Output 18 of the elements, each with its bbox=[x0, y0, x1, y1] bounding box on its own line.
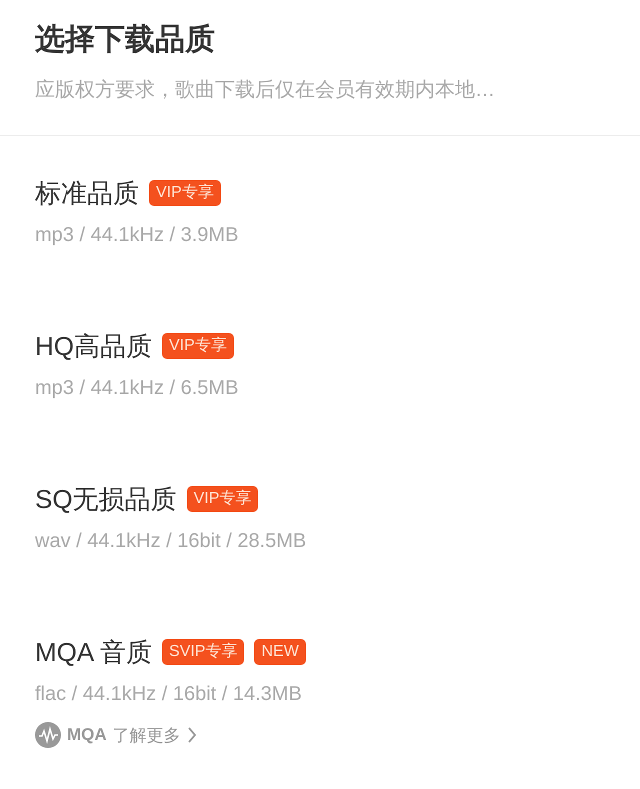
tag: VIP专享 bbox=[186, 486, 258, 512]
copyright-notice: 应版权方要求，歌曲下载后仅在会员有效期内本地… bbox=[35, 78, 496, 103]
chevron-icon bbox=[186, 726, 197, 744]
quality-name[interactable]: MQA 音质 bbox=[35, 634, 152, 670]
quality-name[interactable]: HQ高品质 bbox=[35, 328, 152, 364]
tag: SVIP专享 bbox=[162, 639, 244, 665]
format-details: mp3 / 44.1kHz / 6.5MB bbox=[35, 376, 240, 401]
tag: VIP专享 bbox=[162, 333, 234, 359]
logo-text: MQA bbox=[67, 725, 107, 745]
sheet-title: 选择下载品质 bbox=[35, 22, 216, 58]
format-details: flac / 44.1kHz / 16bit / 14.3MB bbox=[35, 682, 303, 707]
quality-name[interactable]: 标准品质 bbox=[35, 175, 139, 211]
tag: NEW bbox=[254, 639, 306, 665]
format-details: mp3 / 44.1kHz / 3.9MB bbox=[35, 223, 240, 248]
waveform-logo-icon bbox=[35, 722, 61, 748]
quality-name[interactable]: SQ无损品质 bbox=[35, 481, 177, 517]
tag: VIP专享 bbox=[149, 180, 221, 206]
format-details: wav / 44.1kHz / 16bit / 28.5MB bbox=[35, 529, 308, 554]
